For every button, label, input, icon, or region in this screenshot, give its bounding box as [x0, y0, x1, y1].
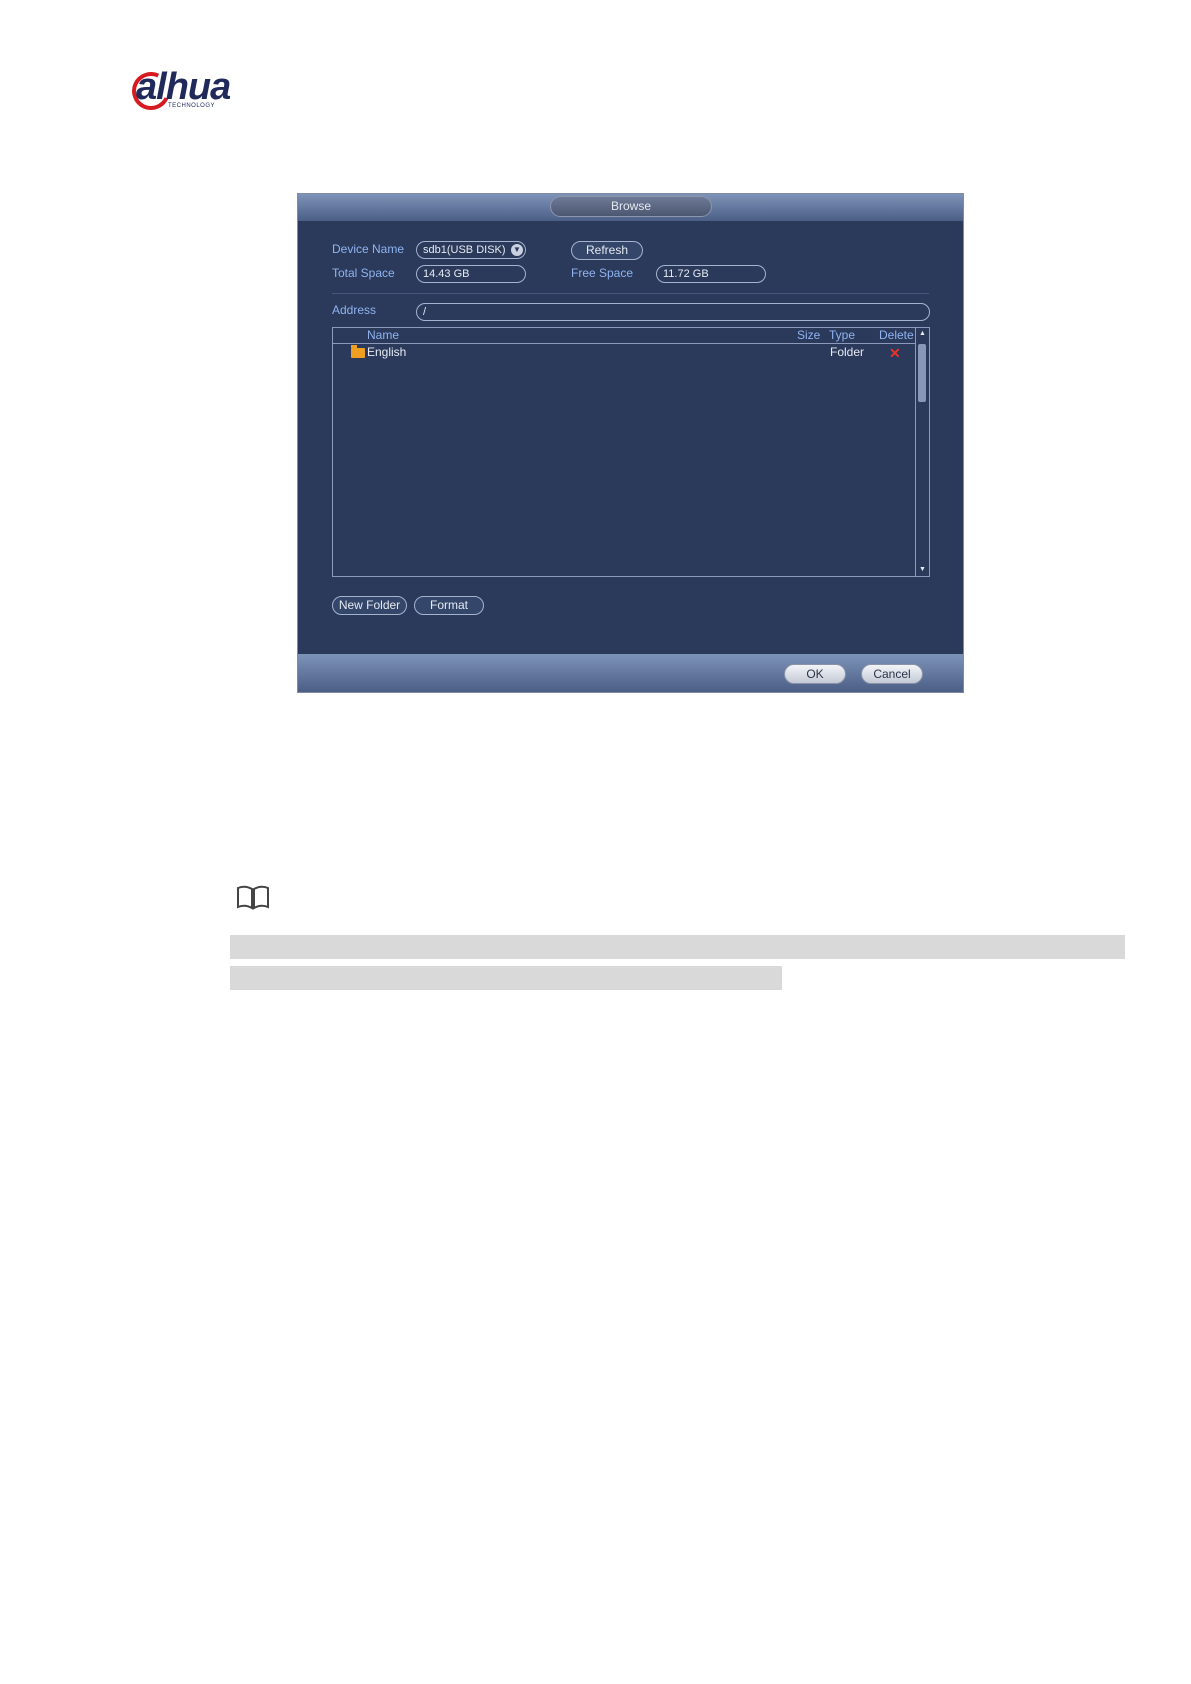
logo-subtitle: TECHNOLOGY — [168, 103, 216, 109]
scroll-up-icon[interactable]: ▲ — [916, 328, 929, 340]
browse-dialog: Browse Device Name sdb1(USB DISK) ▼ Refr… — [297, 193, 964, 693]
dialog-header: Browse — [298, 194, 963, 221]
device-name-dropdown[interactable]: sdb1(USB DISK) ▼ — [416, 241, 526, 259]
column-delete: Delete — [879, 328, 914, 342]
column-size: Size — [797, 328, 821, 342]
file-list: Name Size Type Delete English Folder ✕ ▲… — [332, 327, 930, 577]
chevron-down-icon: ▼ — [511, 244, 523, 256]
column-name: Name — [367, 328, 400, 342]
free-space-field: 11.72 GB — [656, 265, 766, 283]
delete-icon[interactable]: ✕ — [889, 345, 901, 361]
scroll-down-icon[interactable]: ▼ — [916, 564, 929, 576]
device-name-value: sdb1(USB DISK) — [423, 244, 506, 256]
dahua-logo: alhua TECHNOLOGY — [126, 66, 272, 116]
scroll-thumb[interactable] — [918, 344, 926, 402]
folder-icon — [351, 345, 365, 358]
ok-button[interactable]: OK — [784, 664, 846, 684]
redacted-text-bar — [230, 935, 1125, 959]
divider — [332, 293, 929, 294]
total-space-label: Total Space — [332, 266, 395, 280]
dialog-footer: OK Cancel — [298, 654, 963, 692]
row-type: Folder — [830, 345, 865, 359]
format-button[interactable]: Format — [414, 596, 484, 615]
free-space-label: Free Space — [571, 266, 634, 280]
row-name: English — [367, 345, 407, 359]
file-list-header: Name Size Type Delete — [333, 328, 915, 344]
note-book-icon — [237, 885, 269, 910]
cancel-button[interactable]: Cancel — [861, 664, 923, 684]
address-input[interactable]: / — [416, 303, 930, 321]
total-space-field: 14.43 GB — [416, 265, 526, 283]
redacted-text-bar — [230, 966, 782, 990]
scrollbar[interactable]: ▲ ▼ — [915, 328, 929, 576]
device-name-label: Device Name — [332, 242, 405, 256]
dialog-title: Browse — [550, 196, 712, 217]
refresh-button[interactable]: Refresh — [571, 241, 643, 260]
column-type: Type — [829, 328, 856, 342]
new-folder-button[interactable]: New Folder — [332, 596, 407, 615]
address-label: Address — [332, 303, 377, 317]
